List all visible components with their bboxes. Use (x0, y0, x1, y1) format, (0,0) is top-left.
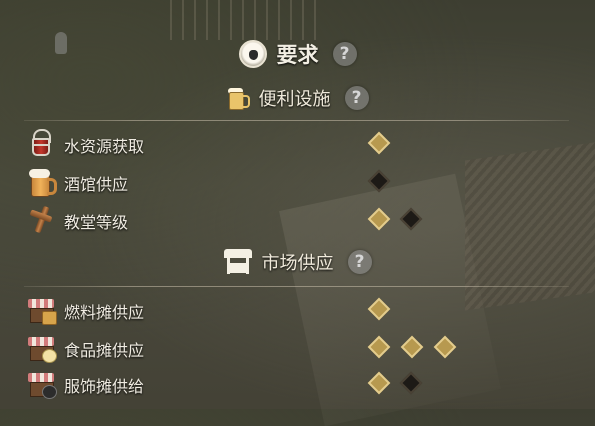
requirement-unmet-diamond (399, 371, 423, 395)
requirement-met-diamond (367, 297, 391, 321)
section-title: 便利设施 (258, 89, 331, 110)
clothing-stall-icon (26, 368, 57, 399)
requirement-label: 教堂等级 (64, 213, 129, 232)
food-stall-icon (26, 332, 57, 363)
requirement-label: 食品摊供应 (64, 341, 145, 360)
requirement-label: 燃料摊供应 (64, 303, 145, 322)
requirement-row-fuel-stall[interactable]: 燃料摊供应 (24, 292, 524, 326)
requirement-unmet-diamond (399, 207, 423, 231)
requirement-unmet-diamond (367, 169, 391, 193)
requirement-met-diamond (400, 335, 424, 359)
money-sack-icon (238, 40, 267, 68)
section-header-amenities: 便利设施 ? (0, 81, 595, 115)
requirement-met-diamond (367, 131, 391, 155)
requirement-label: 水资源获取 (64, 137, 145, 156)
requirement-label: 酒馆供应 (64, 175, 129, 194)
requirement-met-diamond (367, 207, 391, 231)
amenities-mug-icon (227, 87, 250, 110)
church-cross-icon (26, 204, 56, 234)
requirements-panel: 要求 ? 便利设施 ? 水资源获取 酒馆供应 教堂等级 市场供应 ? 燃料摊供应… (0, 0, 595, 409)
requirement-row-water[interactable]: 水资源获取 (24, 126, 524, 160)
requirement-row-food-stall[interactable]: 食品摊供应 (24, 330, 524, 364)
requirement-row-church[interactable]: 教堂等级 (24, 202, 524, 236)
requirement-label: 服饰摊供给 (64, 377, 145, 396)
requirement-met-diamond (367, 335, 391, 359)
beer-mug-icon (26, 166, 57, 197)
section-header-market: 市场供应 ? (0, 245, 595, 279)
market-stall-icon (223, 249, 252, 275)
section-title: 市场供应 (261, 253, 334, 274)
requirements-header: 要求 ? (0, 37, 595, 71)
divider (24, 286, 569, 287)
requirement-row-clothing-stall[interactable]: 服饰摊供给 (24, 366, 524, 400)
help-icon[interactable]: ? (332, 42, 357, 66)
requirement-met-diamond (433, 335, 457, 359)
requirement-met-diamond (367, 371, 391, 395)
fuel-stall-icon (26, 294, 57, 325)
divider (24, 120, 569, 121)
help-icon[interactable]: ? (347, 250, 372, 274)
help-icon[interactable]: ? (344, 86, 369, 110)
requirement-row-tavern[interactable]: 酒馆供应 (24, 164, 524, 198)
requirements-title: 要求 (276, 43, 319, 67)
water-bucket-icon (26, 128, 56, 158)
